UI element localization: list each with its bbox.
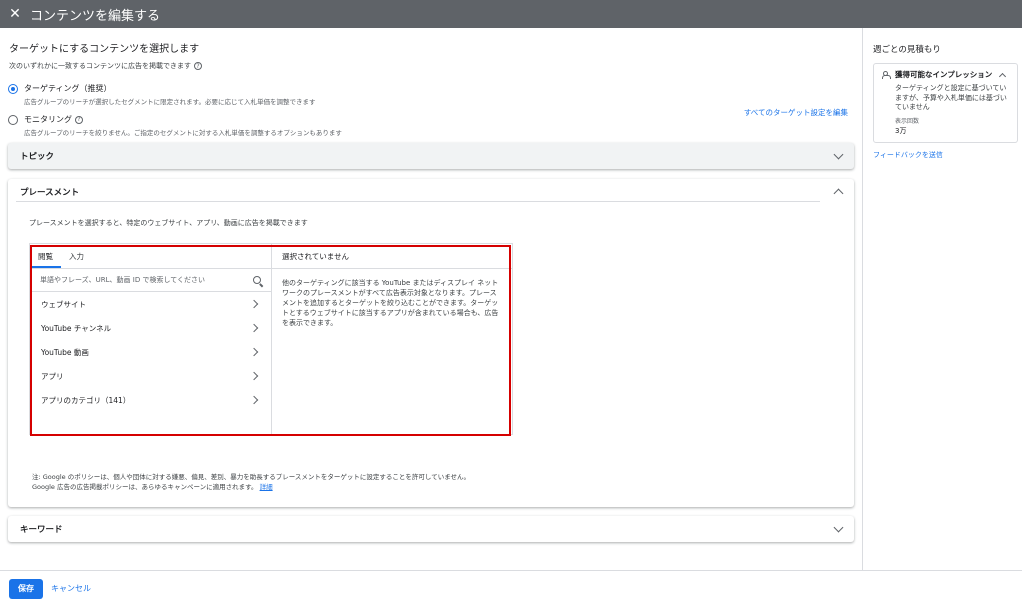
help-icon[interactable]: ?	[75, 115, 83, 124]
placement-category-list: ウェブサイト YouTube チャンネル YouTube 動画 アプリ アプリの…	[30, 292, 271, 412]
placement-panel: プレースメント プレースメントを選択すると、特定のウェブサイト、アプリ、動画に広…	[8, 179, 854, 507]
placement-tabs: 閲覧 入力	[30, 244, 271, 268]
divider	[16, 201, 820, 202]
chevron-up-icon[interactable]	[833, 188, 844, 199]
chevron-up-icon[interactable]	[999, 72, 1007, 80]
policy-note-line1: 注: Google のポリシーは、個人や団体に対する嫌悪、偏見、差別、暴力を助長…	[32, 473, 471, 481]
list-item-label: YouTube チャンネル	[41, 323, 112, 333]
page-title: コンテンツを編集する	[30, 8, 161, 24]
selected-desc: 他のターゲティングに該当する YouTube またはディスプレイ ネットワークの…	[282, 279, 499, 327]
top-bar: ✕ コンテンツを編集する	[0, 0, 1022, 28]
targeting-label: ターゲティング（推奨）	[24, 84, 112, 93]
cancel-button[interactable]: キャンセル	[51, 583, 91, 594]
keyword-header[interactable]: キーワード	[8, 516, 854, 542]
monitoring-radio[interactable]	[8, 115, 18, 125]
keyword-label: キーワード	[20, 525, 63, 535]
card-title: 獲得可能なインプレッション	[895, 70, 993, 79]
monitoring-label-row: モニタリング ?	[24, 114, 342, 125]
feedback-link[interactable]: フィードバックを送信	[873, 150, 943, 160]
policy-note-line2: Google 広告の広告掲載ポリシーは、あらゆるキャンペーンに適用されます。 詳…	[32, 482, 470, 492]
policy-note-text: Google 広告の広告掲載ポリシーは、あらゆるキャンペーンに適用されます。	[32, 483, 258, 491]
placement-label: プレースメント	[20, 188, 80, 198]
selected-header: 選択されていません	[272, 244, 512, 269]
list-item-youtube-video[interactable]: YouTube 動画	[30, 340, 271, 364]
targeting-radio[interactable]	[8, 84, 18, 94]
placement-selector: 閲覧 入力 単語やフレーズ、URL、動画 ID で検索してください ウェブサイト…	[29, 243, 513, 435]
chevron-down-icon[interactable]	[833, 522, 844, 533]
search-icon[interactable]	[253, 276, 261, 284]
list-item-app[interactable]: アプリ	[30, 364, 271, 388]
tab-browse[interactable]: 閲覧	[30, 244, 61, 268]
topic-header[interactable]: トピック	[8, 143, 854, 169]
keyword-panel[interactable]: キーワード	[8, 516, 854, 542]
sidebar-title: 週ごとの見積もり	[873, 45, 941, 55]
monitoring-desc: 広告グループのリーチを絞りません。ご指定のセグメントに対する入札単価を調整するオ…	[24, 129, 342, 137]
option-monitoring[interactable]: モニタリング ? 広告グループのリーチを絞りません。ご指定のセグメントに対する入…	[8, 114, 342, 137]
targeting-desc: 広告グループのリーチが選択したセグメントに限定されます。必要に応じて入札単価を調…	[24, 98, 316, 106]
chevron-right-icon	[249, 371, 259, 381]
impressions-card: 獲得可能なインプレッション ターゲティングと設定に基づいていますが、予算や入札単…	[873, 63, 1018, 143]
selected-panel: 選択されていません 他のターゲティングに該当する YouTube またはディスプ…	[271, 244, 512, 434]
details-link[interactable]: 詳細	[260, 483, 273, 491]
placement-desc: プレースメントを選択すると、特定のウェブサイト、アプリ、動画に広告を掲載できます	[29, 219, 308, 227]
chevron-right-icon	[249, 299, 259, 309]
tab-enter[interactable]: 入力	[61, 244, 92, 268]
section-heading: ターゲットにするコンテンツを選択します	[9, 44, 200, 55]
metric-value: 3万	[895, 126, 907, 135]
monitoring-label: モニタリング	[24, 115, 72, 124]
list-item-youtube-channel[interactable]: YouTube チャンネル	[30, 316, 271, 340]
chevron-down-icon[interactable]	[833, 149, 844, 160]
chevron-right-icon	[249, 323, 259, 333]
footer-bar: 保存 キャンセル	[0, 570, 1022, 606]
topic-panel[interactable]: トピック	[8, 143, 854, 169]
option-targeting[interactable]: ターゲティング（推奨） 広告グループのリーチが選択したセグメントに限定されます。…	[8, 83, 315, 106]
chevron-right-icon	[249, 395, 259, 405]
main-content: ターゲットにするコンテンツを選択します 次のいずれかに一致するコンテンツに広告を…	[0, 28, 862, 570]
list-item-app-category[interactable]: アプリのカテゴリ（141）	[30, 388, 271, 412]
search-input[interactable]: 単語やフレーズ、URL、動画 ID で検索してください	[40, 275, 205, 285]
save-button[interactable]: 保存	[9, 578, 43, 599]
list-item-label: アプリ	[41, 371, 64, 381]
section-subheading: 次のいずれかに一致するコンテンツに広告を掲載できます ?	[9, 61, 202, 71]
list-item-label: アプリのカテゴリ（141）	[41, 395, 131, 405]
search-bar[interactable]: 単語やフレーズ、URL、動画 ID で検索してください	[30, 268, 271, 292]
help-icon[interactable]: ?	[194, 62, 202, 70]
card-header[interactable]: 獲得可能なインプレッション	[882, 69, 1009, 80]
list-item-label: YouTube 動画	[41, 347, 89, 357]
people-icon	[882, 71, 891, 79]
edit-all-targeting-link[interactable]: すべてのターゲット設定を編集	[744, 107, 848, 118]
card-desc: ターゲティングと設定に基づいていますが、予算や入札単価には基づいていません	[895, 84, 1007, 111]
topic-label: トピック	[20, 152, 55, 162]
metric-label: 表示回数	[895, 117, 920, 125]
policy-note: 注: Google のポリシーは、個人や団体に対する嫌悪、偏見、差別、暴力を助長…	[32, 472, 470, 492]
chevron-right-icon	[249, 347, 259, 357]
close-icon[interactable]: ✕	[0, 0, 30, 28]
list-item-website[interactable]: ウェブサイト	[30, 292, 271, 316]
list-item-label: ウェブサイト	[41, 299, 86, 309]
subheading-text: 次のいずれかに一致するコンテンツに広告を掲載できます	[9, 62, 191, 70]
estimate-sidebar: 週ごとの見積もり 獲得可能なインプレッション ターゲティングと設定に基づいていま…	[862, 28, 1022, 570]
